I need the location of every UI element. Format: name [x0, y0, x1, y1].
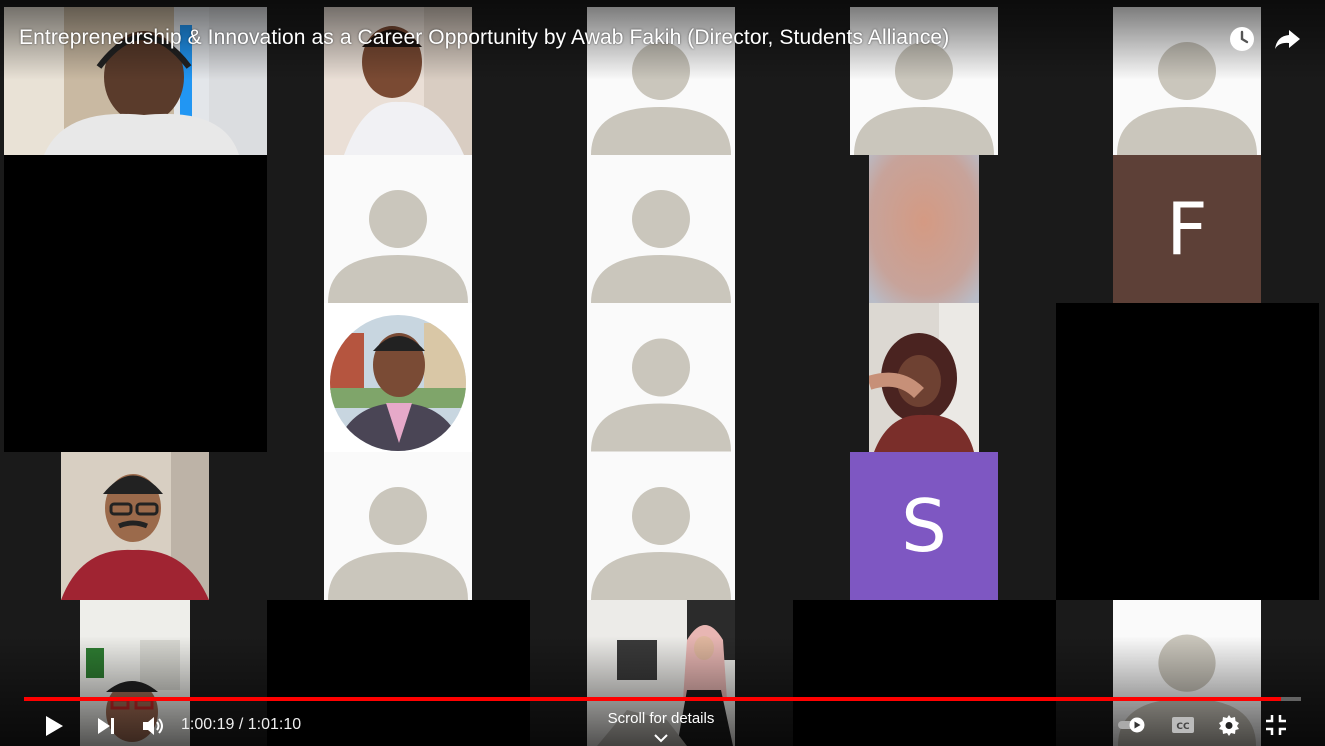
- chevron-down-icon[interactable]: [653, 730, 669, 743]
- share-arrow-icon[interactable]: [1272, 24, 1302, 54]
- time-separator: /: [234, 716, 248, 733]
- time-display: 1:00:19 / 1:01:10: [181, 716, 301, 734]
- duration: 1:01:10: [247, 716, 302, 733]
- exit-fullscreen-icon[interactable]: [1265, 714, 1287, 736]
- participant-profile-photo: [324, 303, 472, 452]
- participant-avatar-placeholder: [324, 452, 472, 600]
- video-player[interactable]: F S Entrepreneurship & Innovation as a C…: [0, 0, 1325, 746]
- autoplay-toggle-icon[interactable]: [1117, 716, 1149, 734]
- participant-video-tile: [869, 303, 979, 452]
- participant-initial: F: [1166, 187, 1208, 271]
- participant-avatar-placeholder: [587, 155, 735, 303]
- participant-initial-tile: S: [850, 452, 998, 600]
- participant-video-tile: [61, 452, 209, 600]
- participant-initial: S: [901, 484, 947, 568]
- participant-video-off-tile: [1056, 303, 1319, 600]
- meeting-video-grid: F S: [0, 0, 1325, 746]
- participant-video-tile: [869, 155, 979, 303]
- volume-icon[interactable]: [141, 714, 167, 738]
- scroll-for-details-label[interactable]: Scroll for details: [580, 710, 742, 727]
- gear-icon[interactable]: [1218, 714, 1240, 736]
- clock-icon[interactable]: [1227, 24, 1257, 54]
- play-icon[interactable]: [43, 714, 65, 738]
- video-title[interactable]: Entrepreneurship & Innovation as a Caree…: [19, 26, 949, 50]
- progress-bar[interactable]: [24, 697, 1301, 701]
- participant-avatar-placeholder: [324, 155, 472, 303]
- participant-avatar-placeholder: [587, 303, 735, 452]
- cc-icon[interactable]: CC: [1171, 714, 1195, 736]
- svg-text:CC: CC: [1176, 722, 1190, 732]
- progress-played: [24, 697, 1281, 701]
- next-icon[interactable]: [96, 715, 118, 737]
- current-time: 1:00:19: [181, 716, 235, 733]
- participant-initial-tile: F: [1113, 155, 1261, 303]
- participant-avatar-placeholder: [587, 452, 735, 600]
- participant-video-off-tile: [4, 155, 267, 452]
